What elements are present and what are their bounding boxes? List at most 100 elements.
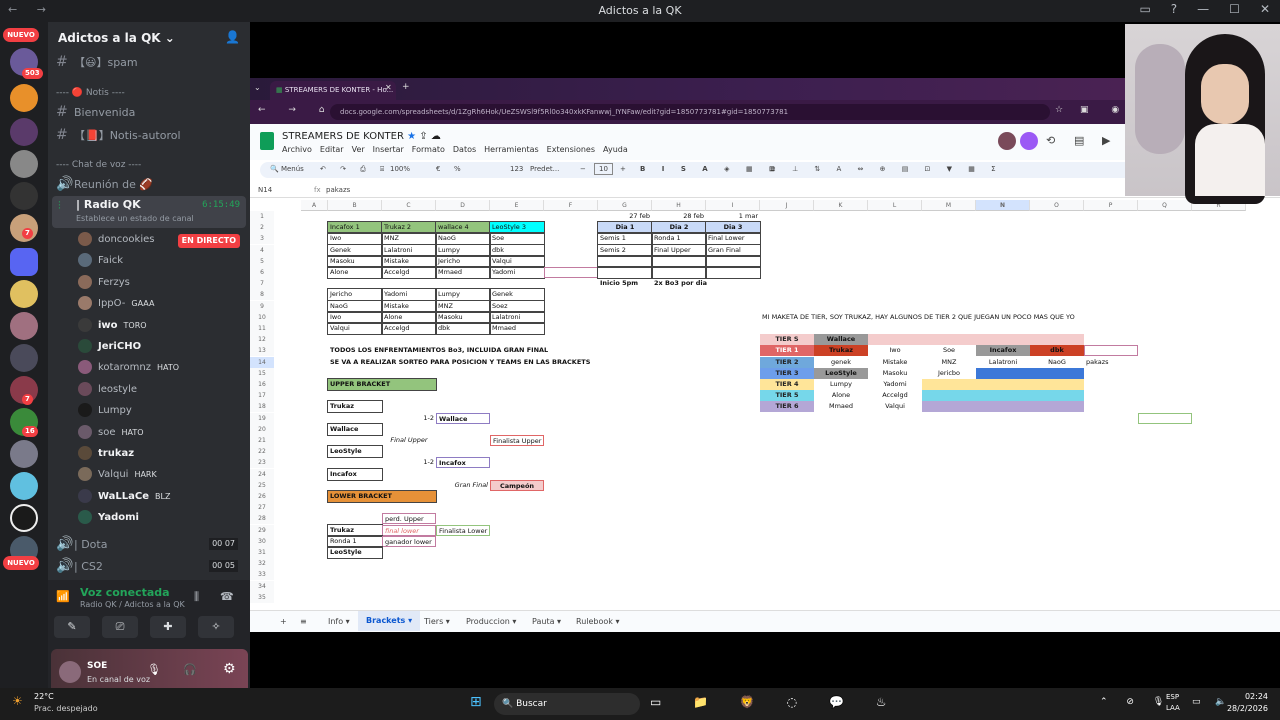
tier-player-cell[interactable]: Wallace: [814, 334, 868, 346]
menu-ayuda[interactable]: Ayuda: [603, 145, 628, 154]
sheet-cell[interactable]: Final Lower: [705, 232, 761, 246]
sheet-cell[interactable]: Ronda 1: [651, 232, 707, 246]
row-header[interactable]: 10: [250, 311, 274, 323]
row-header[interactable]: 30: [250, 535, 274, 547]
row-header[interactable]: 21: [250, 435, 274, 446]
sheet-cell[interactable]: Trukaz: [327, 400, 383, 414]
sheet-cell[interactable]: Trukaz: [327, 523, 383, 537]
column-header[interactable]: N: [976, 200, 1030, 211]
menu-extensiones[interactable]: Extensiones: [547, 145, 595, 154]
disconnect-icon[interactable]: ☎: [220, 590, 234, 603]
category-voz[interactable]: ---- Chat de voz ----: [56, 155, 246, 175]
sheet-cell[interactable]: Wallace: [436, 412, 490, 424]
server-icon[interactable]: [10, 312, 38, 340]
tier-player-cell[interactable]: Incafox: [976, 345, 1030, 357]
sheet-cell[interactable]: Incafox: [327, 467, 383, 481]
voice-channel-cs2[interactable]: 🔊| CS2 00 05: [56, 556, 246, 576]
font-size-input[interactable]: 10: [594, 163, 613, 175]
sheet-tab-pauta[interactable]: Pauta ▾: [532, 617, 561, 626]
tier-player-cell[interactable]: MNZ: [922, 356, 976, 368]
day-header-cell[interactable]: Dia 1: [597, 221, 653, 235]
row-header[interactable]: 19: [250, 412, 274, 424]
maximize-button[interactable]: ☐: [1229, 2, 1240, 16]
row-header[interactable]: 4: [250, 244, 274, 256]
clock-date[interactable]: 28/2/2026: [1220, 704, 1268, 713]
star-icon[interactable]: ☆: [1055, 105, 1063, 115]
sheet-cell[interactable]: Alone: [327, 266, 383, 279]
tier-player-cell[interactable]: Lumpy: [814, 379, 868, 390]
category-notis[interactable]: ---- 🔴 Notis ----: [56, 83, 246, 103]
column-header[interactable]: L: [868, 200, 922, 211]
tier-player-cell[interactable]: pakazs: [1084, 356, 1138, 368]
tier-player-cell[interactable]: Valqui: [868, 401, 922, 413]
sheet-cell[interactable]: Finalista Lower: [436, 524, 490, 536]
tier-player-cell[interactable]: [922, 379, 976, 390]
font-select[interactable]: Predet...: [530, 165, 559, 173]
percent-button[interactable]: %: [454, 165, 461, 173]
voice-channel-dota[interactable]: 🔊| Dota 00 07: [56, 534, 246, 554]
sheet-cell[interactable]: Genek: [327, 243, 383, 257]
column-header[interactable]: G: [598, 200, 652, 211]
note-cell[interactable]: TODOS LOS ENFRENTAMIENTOS Bo3, INCLUIDA …: [328, 345, 598, 356]
empty-cell[interactable]: [544, 267, 598, 278]
sheet-cell[interactable]: Mmaed: [435, 266, 491, 279]
column-header[interactable]: D: [436, 200, 490, 211]
font-size-plus[interactable]: +: [620, 165, 626, 173]
server-icon[interactable]: [10, 280, 38, 308]
tier-label-cell[interactable]: TIER 6: [760, 401, 814, 413]
activities-button[interactable]: ✚: [150, 616, 186, 638]
avatar[interactable]: [998, 132, 1016, 150]
tier-player-cell[interactable]: Alone: [814, 390, 868, 402]
cloud-icon[interactable]: ☁: [431, 131, 441, 142]
sheet-cell[interactable]: Gran Final: [705, 243, 761, 257]
add-sheet-icon[interactable]: +: [280, 617, 287, 626]
tab-menu-icon[interactable]: ⌄: [254, 83, 261, 92]
tier-player-cell[interactable]: Lalatroni: [976, 356, 1030, 368]
voice-user[interactable]: Valqui HARK: [78, 465, 157, 485]
sheet-cell[interactable]: NaoG: [435, 232, 491, 246]
team-header-cell[interactable]: wallace 4: [435, 221, 491, 235]
menu-formato[interactable]: Formato: [412, 145, 445, 154]
voice-user[interactable]: doncookies: [78, 230, 154, 250]
align-buttons[interactable]: ≡ ⊥ ⇅ A ⇔ ⊕ ▤ ⊡ ▼ ▦ Σ: [770, 165, 1003, 173]
sheet-cell[interactable]: Lumpy: [435, 243, 491, 257]
sheet-cell[interactable]: dbk: [435, 322, 491, 335]
tier-player-cell[interactable]: [1030, 367, 1084, 379]
search-menus[interactable]: 🔍 Menús: [270, 165, 304, 173]
column-header[interactable]: E: [490, 200, 544, 211]
zoom-select[interactable]: 100%: [390, 165, 410, 173]
score-cell[interactable]: 1-2: [382, 413, 436, 424]
sheet-cell[interactable]: Lumpy: [435, 288, 491, 302]
format-123[interactable]: 123: [510, 165, 523, 173]
tier-player-cell[interactable]: [922, 334, 976, 346]
tier-label-cell[interactable]: TIER S: [760, 334, 814, 346]
day-header-cell[interactable]: Dia 2: [651, 221, 707, 235]
star-icon[interactable]: ★: [407, 131, 416, 142]
voice-user[interactable]: kotaromnz HATO: [78, 358, 179, 378]
channel-status[interactable]: Establece un estado de canal: [76, 214, 194, 223]
inbox-icon[interactable]: ▭: [1139, 2, 1150, 16]
menu-datos[interactable]: Datos: [453, 145, 476, 154]
search-input[interactable]: 🔍 Buscar: [494, 693, 640, 715]
tier-player-cell[interactable]: Masoku: [868, 367, 922, 379]
row-header[interactable]: 33: [250, 569, 274, 581]
sheet-cell[interactable]: LeoStyle: [327, 546, 383, 559]
sheet-cell[interactable]: MNZ: [381, 232, 437, 246]
column-header[interactable]: H: [652, 200, 706, 211]
tier-player-cell[interactable]: Iwo: [868, 345, 922, 357]
sheet-cell[interactable]: Yadomi: [381, 288, 437, 302]
row-header[interactable]: 11: [250, 323, 274, 334]
sheet-cell[interactable]: Valqui: [489, 254, 545, 268]
tier-player-cell[interactable]: [922, 401, 976, 413]
empty-cell[interactable]: [1138, 412, 1192, 424]
menu-insertar[interactable]: Insertar: [373, 145, 404, 154]
row-header[interactable]: 8: [250, 289, 274, 301]
sheet-cell[interactable]: Mistake: [381, 299, 437, 313]
date-cell[interactable]: 28 feb: [652, 211, 706, 222]
sheet-cell[interactable]: Accelgd: [381, 266, 437, 279]
tier-player-cell[interactable]: [976, 401, 1030, 413]
sheet-cell[interactable]: Wallace: [327, 422, 383, 436]
minimize-button[interactable]: —: [1197, 2, 1209, 16]
screen-share-button[interactable]: ⎚: [102, 616, 138, 638]
voice-user[interactable]: trukaz: [78, 444, 134, 464]
